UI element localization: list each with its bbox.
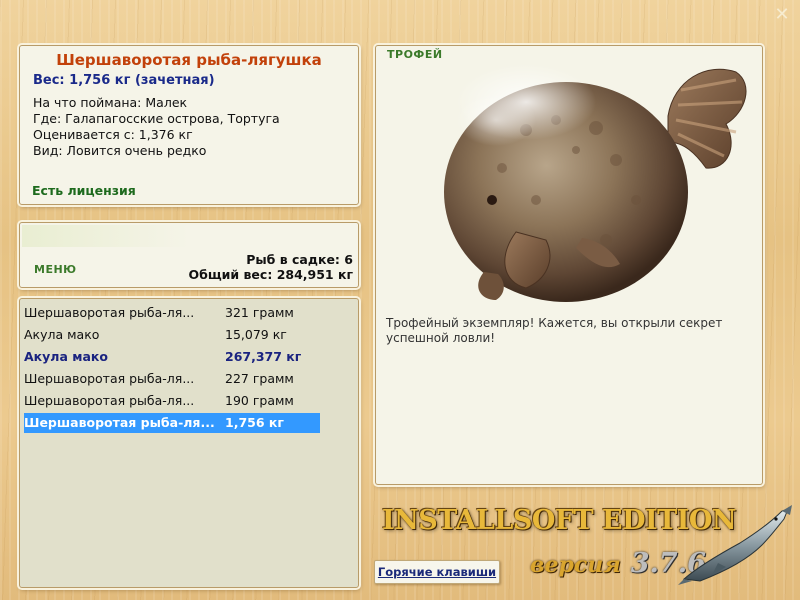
close-icon[interactable]: ✕: [773, 6, 791, 24]
total-weight-stat: Общий вес: 284,951 кг: [188, 267, 353, 282]
fish-weight: Вес: 1,756 кг (зачетная): [33, 73, 215, 88]
list-item[interactable]: Шершаворотая рыба-ля... 321 грамм: [24, 303, 320, 323]
version-word: версия: [530, 552, 621, 578]
list-item-weight: 227 грамм: [225, 371, 294, 386]
list-item[interactable]: Шершаворотая рыба-ля... 190 грамм: [24, 391, 320, 411]
list-item-selected[interactable]: Шершаворотая рыба-ля... 1,756 кг: [24, 413, 320, 433]
menu-button[interactable]: МЕНЮ: [34, 263, 77, 276]
trophy-panel: ТРОФЕЙ Трофейный экземпляр! Кажется, вы …: [375, 45, 763, 485]
list-item-weight: 321 грамм: [225, 305, 294, 320]
valued-from-label: Оценивается с:: [33, 127, 135, 142]
list-item-name: Шершаворотая рыба-ля...: [24, 371, 195, 386]
hotkeys-button[interactable]: Горячие клавиши: [374, 560, 500, 584]
bait-label: На что поймана:: [33, 95, 142, 110]
valued-from-value: 1,376 кг: [138, 127, 193, 142]
total-weight-label: Общий вес:: [188, 267, 273, 282]
location-value: Галапагосские острова, Тортуга: [65, 111, 280, 126]
list-item-name: Акула мако: [24, 327, 100, 342]
bait-value: Малек: [145, 95, 188, 110]
valued-from-line: Оценивается с: 1,376 кг: [33, 127, 193, 142]
species-label: Вид:: [33, 143, 63, 158]
list-item[interactable]: Акула мако 15,079 кг: [24, 325, 320, 345]
trophy-message: Трофейный экземпляр! Кажется, вы открыли…: [386, 316, 723, 345]
list-item-weight: 15,079 кг: [225, 327, 287, 342]
list-item[interactable]: Шершаворотая рыба-ля... 227 грамм: [24, 369, 320, 389]
species-value: Ловится очень редко: [66, 143, 207, 158]
fish-in-cage-value: 6: [344, 252, 353, 267]
frogfish-icon: [444, 64, 747, 302]
location-label: Где:: [33, 111, 62, 126]
location-line: Где: Галапагосские острова, Тортуга: [33, 111, 280, 126]
list-item-name: Шершаворотая рыба-ля...: [24, 393, 195, 408]
list-item-name: Акула мако: [24, 349, 108, 364]
catch-list[interactable]: Шершаворотая рыба-ля... 321 грамм Акула …: [19, 298, 359, 588]
bait-line: На что поймана: Малек: [33, 95, 187, 110]
total-weight-value: 284,951 кг: [276, 267, 353, 282]
fish-in-cage-label: Рыб в садке:: [246, 252, 340, 267]
license-status: Есть лицензия: [32, 183, 136, 198]
list-item-weight: 190 грамм: [225, 393, 294, 408]
menu-highlight-strip: [22, 225, 190, 247]
list-item-weight: 1,756 кг: [225, 415, 284, 430]
list-item-weight: 267,377 кг: [225, 349, 302, 364]
species-line: Вид: Ловится очень редко: [33, 143, 206, 158]
fish-info-panel: Шершаворотая рыба-лягушка Вес: 1,756 кг …: [19, 45, 359, 205]
sturgeon-icon: [678, 505, 792, 585]
menu-panel: МЕНЮ Рыб в садке: 6 Общий вес: 284,951 к…: [19, 222, 359, 288]
list-item[interactable]: Акула мако 267,377 кг: [24, 347, 320, 367]
list-item-name: Шершаворотая рыба-ля...: [24, 305, 195, 320]
list-item-name: Шершаворотая рыба-ля...: [24, 415, 215, 430]
fish-title: Шершаворотая рыба-лягушка: [56, 51, 322, 69]
fish-in-cage-stat: Рыб в садке: 6: [246, 252, 353, 267]
